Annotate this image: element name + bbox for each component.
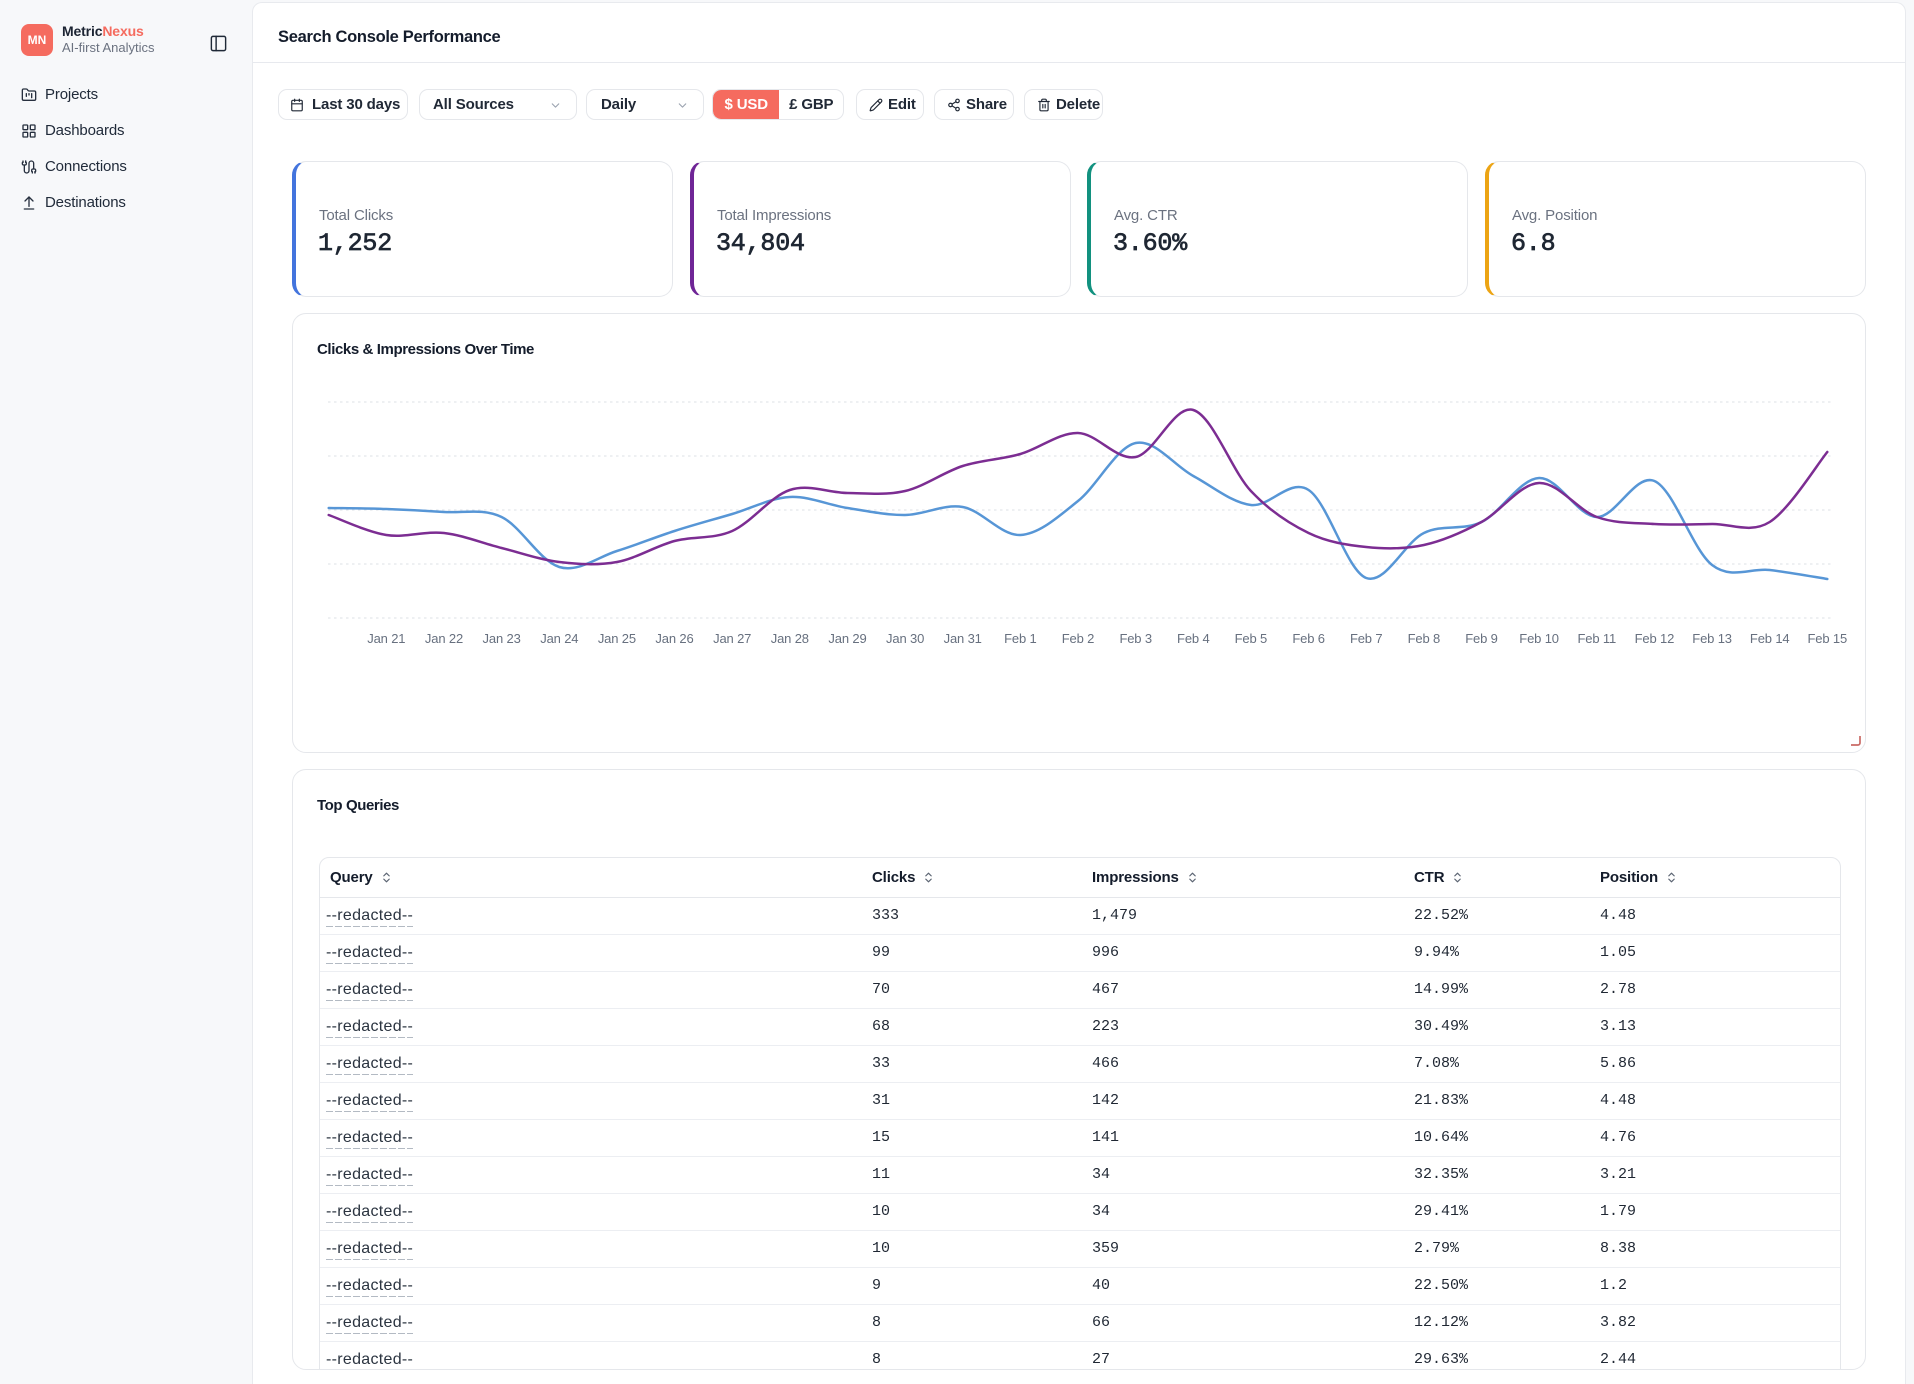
svg-text:Jan 29: Jan 29 [828, 631, 866, 646]
svg-text:Feb 2: Feb 2 [1062, 631, 1095, 646]
svg-text:Feb 6: Feb 6 [1292, 631, 1325, 646]
svg-text:Feb 3: Feb 3 [1119, 631, 1152, 646]
svg-text:Feb 5: Feb 5 [1235, 631, 1268, 646]
svg-text:Feb 4: Feb 4 [1177, 631, 1210, 646]
svg-text:Feb 14: Feb 14 [1750, 631, 1790, 646]
svg-text:Feb 10: Feb 10 [1519, 631, 1559, 646]
svg-text:Jan 24: Jan 24 [540, 631, 578, 646]
svg-text:Jan 25: Jan 25 [598, 631, 636, 646]
svg-text:Feb 15: Feb 15 [1808, 631, 1848, 646]
svg-text:Jan 28: Jan 28 [771, 631, 809, 646]
svg-text:Jan 27: Jan 27 [713, 631, 751, 646]
svg-text:Jan 30: Jan 30 [886, 631, 924, 646]
svg-text:Jan 21: Jan 21 [367, 631, 405, 646]
svg-text:Feb 8: Feb 8 [1408, 631, 1441, 646]
svg-text:Feb 13: Feb 13 [1692, 631, 1732, 646]
svg-text:Feb 9: Feb 9 [1465, 631, 1498, 646]
svg-text:Feb 11: Feb 11 [1577, 631, 1616, 646]
svg-text:Jan 26: Jan 26 [655, 631, 693, 646]
svg-text:Feb 12: Feb 12 [1635, 631, 1675, 646]
svg-text:Jan 22: Jan 22 [425, 631, 463, 646]
svg-text:Jan 23: Jan 23 [483, 631, 521, 646]
svg-text:Jan 31: Jan 31 [944, 631, 982, 646]
svg-text:Feb 1: Feb 1 [1004, 631, 1037, 646]
svg-text:Feb 7: Feb 7 [1350, 631, 1383, 646]
